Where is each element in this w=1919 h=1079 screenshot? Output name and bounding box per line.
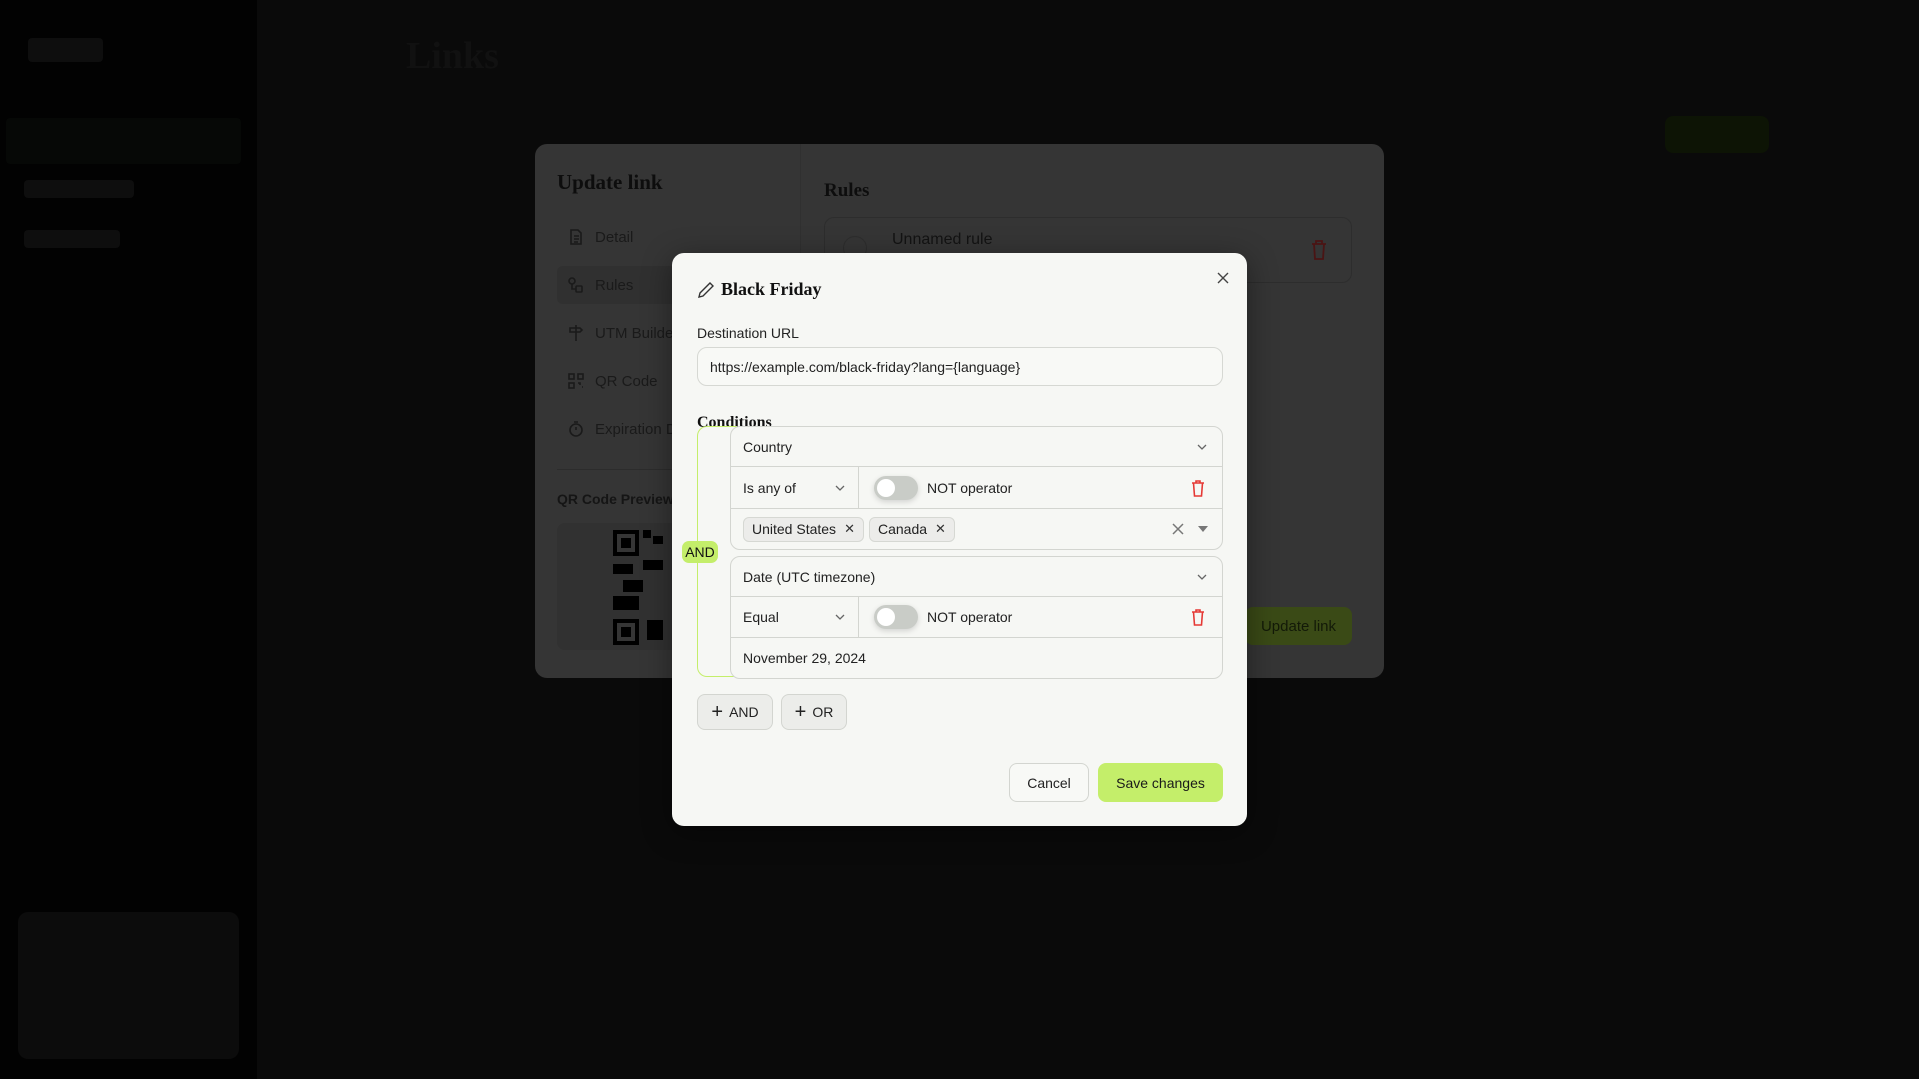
modal-title: Black Friday <box>697 279 822 300</box>
value-tag: Canada ✕ <box>868 516 955 542</box>
trash-icon[interactable] <box>1190 479 1206 497</box>
sidebar <box>0 0 257 1079</box>
field-value: Country <box>743 438 793 455</box>
value-tag: United States ✕ <box>743 516 864 542</box>
chevron-down-icon <box>1197 574 1207 580</box>
nav-label: Rules <box>595 276 634 294</box>
trash-icon[interactable] <box>1190 608 1206 626</box>
remove-tag-icon[interactable]: ✕ <box>844 521 855 537</box>
sidebar-item[interactable] <box>24 180 134 198</box>
sidebar-item[interactable] <box>24 230 120 248</box>
field-select[interactable]: Date (UTC timezone) <box>731 557 1222 597</box>
trash-icon[interactable] <box>1311 240 1327 260</box>
logo <box>28 38 103 62</box>
document-icon <box>570 229 582 245</box>
timer-icon <box>569 421 583 437</box>
add-or-label: OR <box>812 704 834 720</box>
page-title: Links <box>406 35 499 77</box>
plus-icon: + <box>794 701 807 723</box>
destination-url-label: Destination URL <box>697 325 799 341</box>
destination-url-input[interactable]: https://example.com/black-friday?lang={l… <box>697 347 1223 386</box>
condition-date: Date (UTC timezone) Equal NOT operator N… <box>730 556 1223 679</box>
add-or-button[interactable]: + OR <box>781 694 847 730</box>
not-operator-toggle[interactable] <box>874 475 918 500</box>
qr-preview-label: QR Code Preview <box>557 491 674 507</box>
date-value: November 29, 2024 <box>743 650 866 666</box>
operator-row: Equal NOT operator <box>731 597 1222 638</box>
operator-row: Is any of NOT operator <box>731 467 1222 509</box>
and-operator-badge[interactable]: AND <box>682 541 718 563</box>
add-and-button[interactable]: + AND <box>697 694 773 730</box>
close-icon[interactable] <box>1214 269 1232 287</box>
clear-all-icon[interactable] <box>1172 523 1184 535</box>
not-operator-label: NOT operator <box>927 609 1013 625</box>
operator-value: Equal <box>743 609 779 625</box>
operator-select[interactable]: Is any of <box>731 467 859 508</box>
sidebar-item-active[interactable] <box>6 118 241 164</box>
operator-select[interactable]: Equal <box>731 597 859 637</box>
operator-value: Is any of <box>743 479 796 496</box>
plus-icon: + <box>711 701 724 723</box>
signpost-icon <box>569 325 584 341</box>
nav-label: UTM Builder <box>595 324 679 342</box>
date-input[interactable]: November 29, 2024 <box>731 638 1222 678</box>
field-value: Date (UTC timezone) <box>743 568 876 585</box>
cancel-button[interactable]: Cancel <box>1009 763 1089 802</box>
condition-modal: Black Friday Destination URL https://exa… <box>672 253 1247 826</box>
update-link-button[interactable]: Update link <box>1245 607 1352 645</box>
tag-label: United States <box>752 521 837 537</box>
qr-code-image <box>613 530 663 645</box>
save-changes-button[interactable]: Save changes <box>1098 763 1223 802</box>
sidebar-card <box>18 912 239 1059</box>
nav-label: Expiration D <box>595 420 677 438</box>
caret-down-icon[interactable] <box>1198 526 1208 532</box>
chevron-down-icon <box>835 485 845 491</box>
nav-label: Detail <box>595 228 634 246</box>
remove-tag-icon[interactable]: ✕ <box>935 521 946 537</box>
not-operator-toggle[interactable] <box>874 605 918 629</box>
tag-label: Canada <box>877 521 928 537</box>
pencil-icon <box>698 281 714 298</box>
modal-title-text: Black Friday <box>721 279 822 299</box>
nav-detail[interactable]: Detail <box>557 218 717 256</box>
not-operator-label: NOT operator <box>927 479 1013 496</box>
field-select[interactable]: Country <box>731 427 1222 467</box>
values-multiselect[interactable]: United States ✕ Canada ✕ <box>731 509 1222 549</box>
nav-label: QR Code <box>595 372 658 390</box>
panel-title: Update link <box>557 170 663 194</box>
rules-icon <box>568 277 583 293</box>
rule-name: Unnamed rule <box>892 231 993 248</box>
add-and-label: AND <box>729 704 759 720</box>
chevron-down-icon <box>1197 444 1207 450</box>
chevron-down-icon <box>835 614 845 620</box>
qr-icon <box>568 373 584 389</box>
create-link-button[interactable] <box>1665 116 1769 153</box>
condition-country: Country Is any of NOT operator United St… <box>730 426 1223 550</box>
rules-title: Rules <box>824 180 870 201</box>
